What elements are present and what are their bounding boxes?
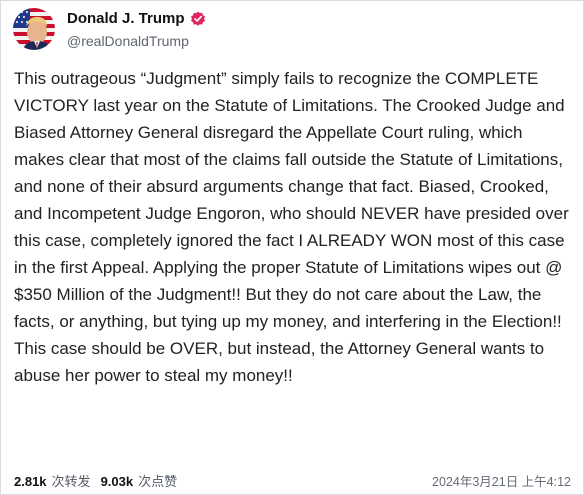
- likes-label: 次点赞: [138, 473, 178, 489]
- post-footer: 2.81k 次转发 9.03k 次点赞 2024年3月21日 上午4:12: [14, 471, 571, 489]
- likes-stat[interactable]: 9.03k 次点赞: [101, 471, 178, 490]
- reposts-label: 次转发: [51, 473, 91, 489]
- post-text: This outrageous “Judgment” simply fails …: [14, 69, 569, 385]
- post-header: Donald J. Trump @realDonaldTrump: [13, 5, 206, 53]
- reposts-stat[interactable]: 2.81k 次转发: [14, 471, 91, 490]
- name-row: Donald J. Trump: [67, 8, 206, 30]
- author-identity: Donald J. Trump @realDonaldTrump: [67, 8, 206, 51]
- post-card: Donald J. Trump @realDonaldTrump This ou…: [0, 0, 584, 495]
- verified-badge-icon: [190, 11, 206, 27]
- avatar-image: [13, 8, 55, 50]
- post-timestamp[interactable]: 2024年3月21日 上午4:12: [432, 471, 571, 490]
- author-display-name[interactable]: Donald J. Trump: [67, 10, 185, 27]
- likes-count: 9.03k: [100, 473, 134, 489]
- reposts-count: 2.81k: [14, 473, 47, 489]
- author-handle[interactable]: @realDonaldTrump: [67, 31, 206, 51]
- avatar[interactable]: [13, 8, 55, 50]
